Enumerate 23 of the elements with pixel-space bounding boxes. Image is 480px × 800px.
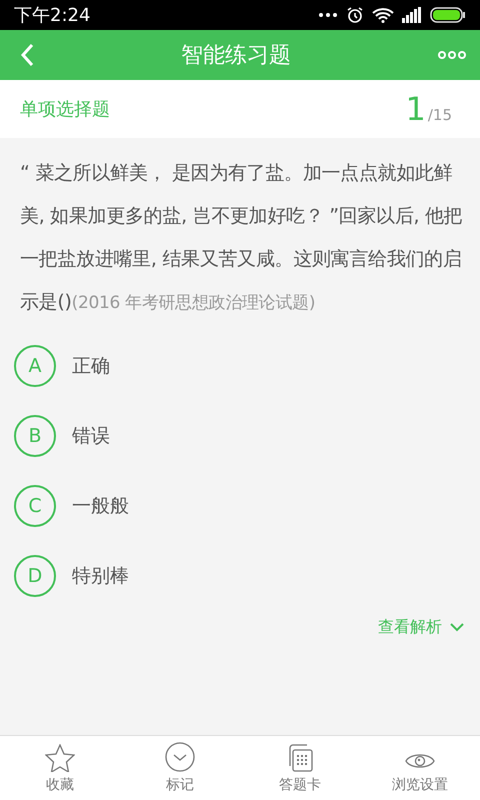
wifi-icon bbox=[372, 7, 394, 23]
more-dots-icon bbox=[318, 12, 338, 18]
back-icon[interactable] bbox=[20, 43, 34, 67]
nav-label[interactable]: 标记 bbox=[166, 776, 194, 794]
more-icon[interactable] bbox=[438, 51, 466, 59]
total-count: /15 bbox=[428, 106, 452, 124]
option-text[interactable]: 特别棒 bbox=[72, 563, 129, 589]
nav-label[interactable]: 浏览设置 bbox=[392, 776, 448, 794]
nav-label[interactable]: 收藏 bbox=[46, 776, 74, 794]
header-title: 智能练习题 bbox=[181, 42, 291, 70]
question-type: 单项选择题 bbox=[20, 98, 110, 121]
nav-label[interactable]: 答题卡 bbox=[279, 776, 321, 794]
check-circle-icon[interactable] bbox=[165, 742, 195, 772]
option-text[interactable]: 错误 bbox=[72, 423, 110, 449]
question-text: “ 菜之所以鲜美， 是因为有了盐。加一点点就如此鲜美, 如果加更多的盐, 岂不更加好吃？ ”回家以后, 他把一把盐放进嘴里, 结果又苦又咸。这则寓言给我们的启示是()(2016 年考研思想政治理论试题) bbox=[19, 161, 464, 315]
battery-icon bbox=[430, 7, 466, 23]
alarm-icon bbox=[346, 6, 364, 24]
current-number: 1 bbox=[406, 90, 426, 128]
signal-icon bbox=[402, 7, 422, 23]
star-icon[interactable] bbox=[45, 744, 75, 772]
option-text[interactable]: 正确 bbox=[72, 353, 110, 379]
status-time: 下午2:24 bbox=[14, 4, 90, 27]
option-text[interactable]: 一般般 bbox=[72, 493, 129, 519]
